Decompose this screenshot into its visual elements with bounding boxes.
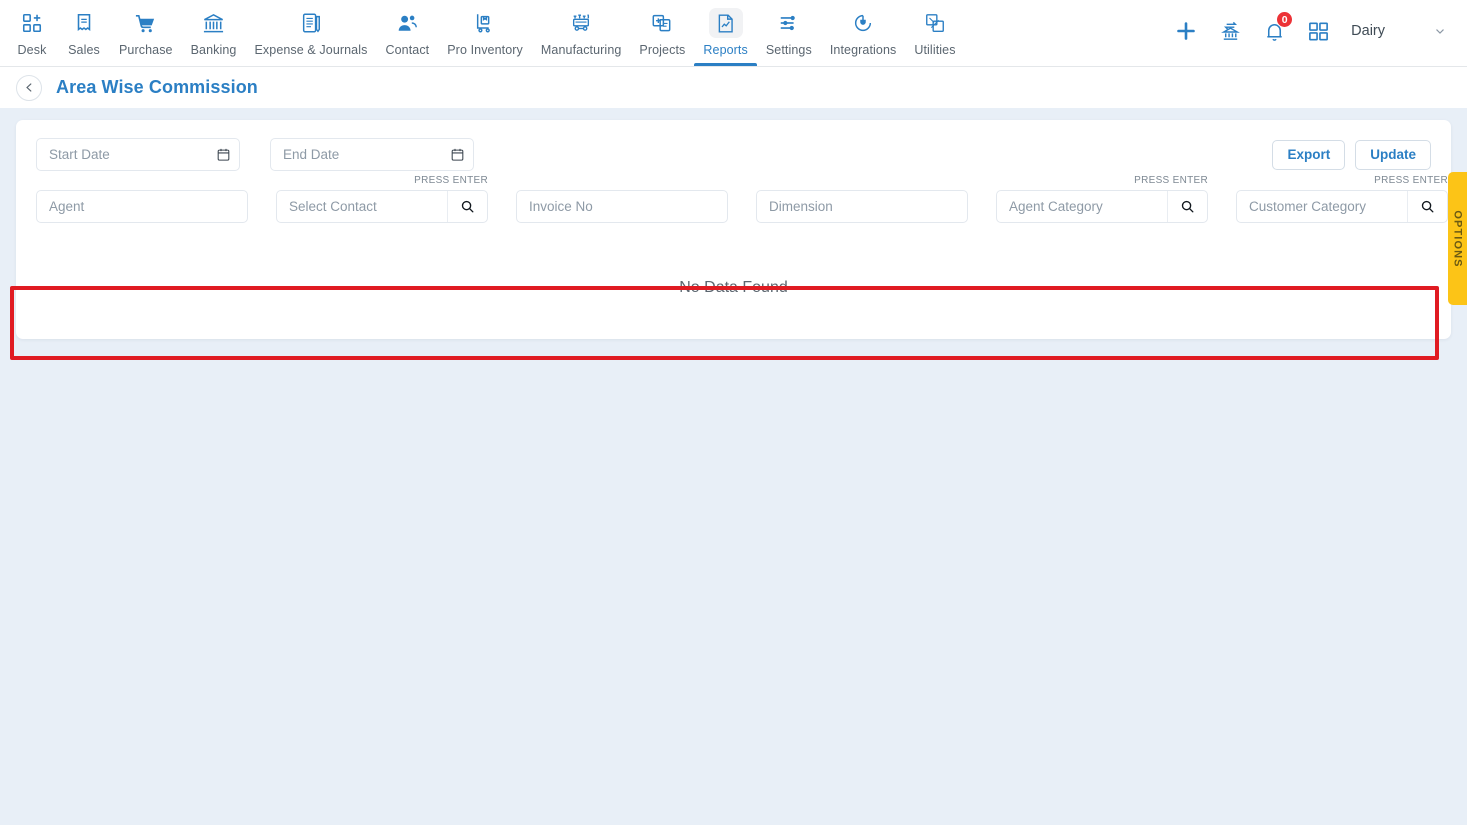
export-button[interactable]: Export (1272, 139, 1346, 170)
agent-placeholder: Agent (49, 199, 85, 214)
nav-label-contact: Contact (385, 43, 430, 57)
nav-item-integrations[interactable]: Integrations (821, 0, 906, 66)
manufacturing-machine-icon (564, 8, 598, 38)
end-date-placeholder: End Date (283, 147, 340, 162)
settings-sliders-icon (772, 8, 806, 38)
customer-category-input-wrapper[interactable]: Customer Category (1236, 190, 1448, 223)
integrations-plug-icon (846, 8, 880, 38)
nav-item-utilities[interactable]: Utilities (905, 0, 964, 66)
nav-item-expense-journals[interactable]: Expense & Journals (245, 0, 376, 66)
projects-clipboard-icon (645, 8, 679, 38)
expense-journal-book-icon (294, 8, 328, 38)
nav-item-banking[interactable]: Banking (182, 0, 246, 66)
nav-label-pro-inventory: Pro Inventory (447, 43, 523, 57)
pro-inventory-trolley-icon (468, 8, 502, 38)
organization-name[interactable]: Dairy (1351, 23, 1385, 39)
nav-label-reports: Reports (703, 43, 748, 57)
nav-item-desk[interactable]: Desk (6, 0, 58, 66)
nav-item-sales[interactable]: Sales (58, 0, 110, 66)
customer-category-press-enter-hint: PRESS ENTER (1374, 175, 1448, 186)
search-icon[interactable] (1407, 191, 1447, 222)
page-title: Area Wise Commission (56, 77, 258, 97)
nav-label-utilities: Utilities (914, 43, 956, 57)
calendar-icon[interactable] (216, 147, 231, 162)
nav-label-settings: Settings (765, 43, 812, 57)
reports-chart-document-icon (708, 8, 743, 38)
page-header: Area Wise Commission (0, 66, 1467, 108)
customer-category-placeholder: Customer Category (1249, 199, 1367, 214)
bank-transfer-button[interactable] (1215, 16, 1245, 46)
calendar-icon[interactable] (450, 147, 465, 162)
agent-filter: Agent (36, 190, 248, 223)
nav-item-pro-inventory[interactable]: Pro Inventory (438, 0, 532, 66)
update-button[interactable]: Update (1355, 139, 1431, 170)
sales-receipt-icon (67, 8, 101, 38)
chevron-down-icon[interactable] (1433, 24, 1447, 38)
contact-people-icon (390, 8, 424, 38)
agent-category-input-wrapper[interactable]: Agent Category (996, 190, 1208, 223)
utilities-transform-icon (918, 8, 952, 38)
contact-placeholder: Select Contact (289, 199, 377, 214)
nav-label-banking: Banking (190, 43, 237, 57)
nav-item-projects[interactable]: Projects (630, 0, 694, 66)
agent-input[interactable]: Agent (36, 190, 248, 223)
nav-item-settings[interactable]: Settings (757, 0, 821, 66)
options-side-tab[interactable]: OPTIONS (1448, 172, 1467, 305)
nav-label-sales: Sales (68, 43, 100, 57)
back-button[interactable] (16, 74, 42, 101)
nav-item-contact[interactable]: Contact (376, 0, 438, 66)
filter-row: Agent PRESS ENTER Select Contact Invoice… (16, 175, 1451, 239)
nav-label-desk: Desk (17, 43, 47, 57)
nav-label-projects: Projects (639, 43, 686, 57)
nav-item-reports[interactable]: Reports (694, 0, 757, 66)
agent-category-placeholder: Agent Category (1009, 199, 1103, 214)
notifications-button[interactable]: 0 (1259, 11, 1294, 46)
invoice-no-placeholder: Invoice No (529, 199, 593, 214)
nav-items-container: Desk Sales Purchase Banking Expense & Jo… (0, 0, 965, 66)
top-navigation-bar: Desk Sales Purchase Banking Expense & Jo… (0, 0, 1467, 66)
empty-state-message: No Data Found (679, 279, 788, 296)
nav-label-purchase: Purchase (119, 43, 173, 57)
dimension-placeholder: Dimension (769, 199, 833, 214)
nav-right-actions: 0 Dairy (1171, 0, 1467, 62)
invoice-no-filter: Invoice No (516, 190, 728, 223)
dimension-filter: Dimension (756, 190, 968, 223)
notification-count-badge: 0 (1276, 11, 1294, 28)
top-action-buttons: Export Update (1272, 139, 1431, 170)
search-icon[interactable] (447, 191, 487, 222)
agent-category-filter: PRESS ENTER Agent Category (996, 175, 1208, 223)
desk-grid-plus-icon (15, 8, 49, 38)
nav-label-manufacturing: Manufacturing (540, 43, 622, 57)
customer-category-filter: PRESS ENTER Customer Category (1236, 175, 1448, 223)
end-date-field[interactable]: End Date (270, 138, 474, 171)
start-date-placeholder: Start Date (49, 147, 110, 162)
search-icon[interactable] (1167, 191, 1207, 222)
nav-label-integrations: Integrations (829, 43, 897, 57)
contact-input-wrapper[interactable]: Select Contact (276, 190, 488, 223)
date-filter-row: Start Date End Date Export Update (16, 120, 1451, 181)
start-date-field[interactable]: Start Date (36, 138, 240, 171)
report-card: Start Date End Date Export Update Agent … (16, 120, 1451, 339)
add-new-button[interactable] (1171, 16, 1201, 46)
nav-item-purchase[interactable]: Purchase (110, 0, 182, 66)
apps-grid-button[interactable] (1303, 16, 1333, 46)
purchase-cart-icon (129, 8, 163, 38)
options-tab-label: OPTIONS (1451, 209, 1464, 268)
invoice-no-input[interactable]: Invoice No (516, 190, 728, 223)
active-tab-underline (694, 63, 757, 66)
nav-label-expense-journals: Expense & Journals (254, 43, 368, 57)
agent-category-press-enter-hint: PRESS ENTER (1134, 175, 1208, 186)
contact-press-enter-hint: PRESS ENTER (414, 175, 488, 186)
content-area: Start Date End Date Export Update Agent … (0, 108, 1467, 360)
banking-bank-icon (197, 8, 231, 38)
nav-item-manufacturing[interactable]: Manufacturing (532, 0, 631, 66)
dimension-input[interactable]: Dimension (756, 190, 968, 223)
contact-filter: PRESS ENTER Select Contact (276, 175, 488, 223)
